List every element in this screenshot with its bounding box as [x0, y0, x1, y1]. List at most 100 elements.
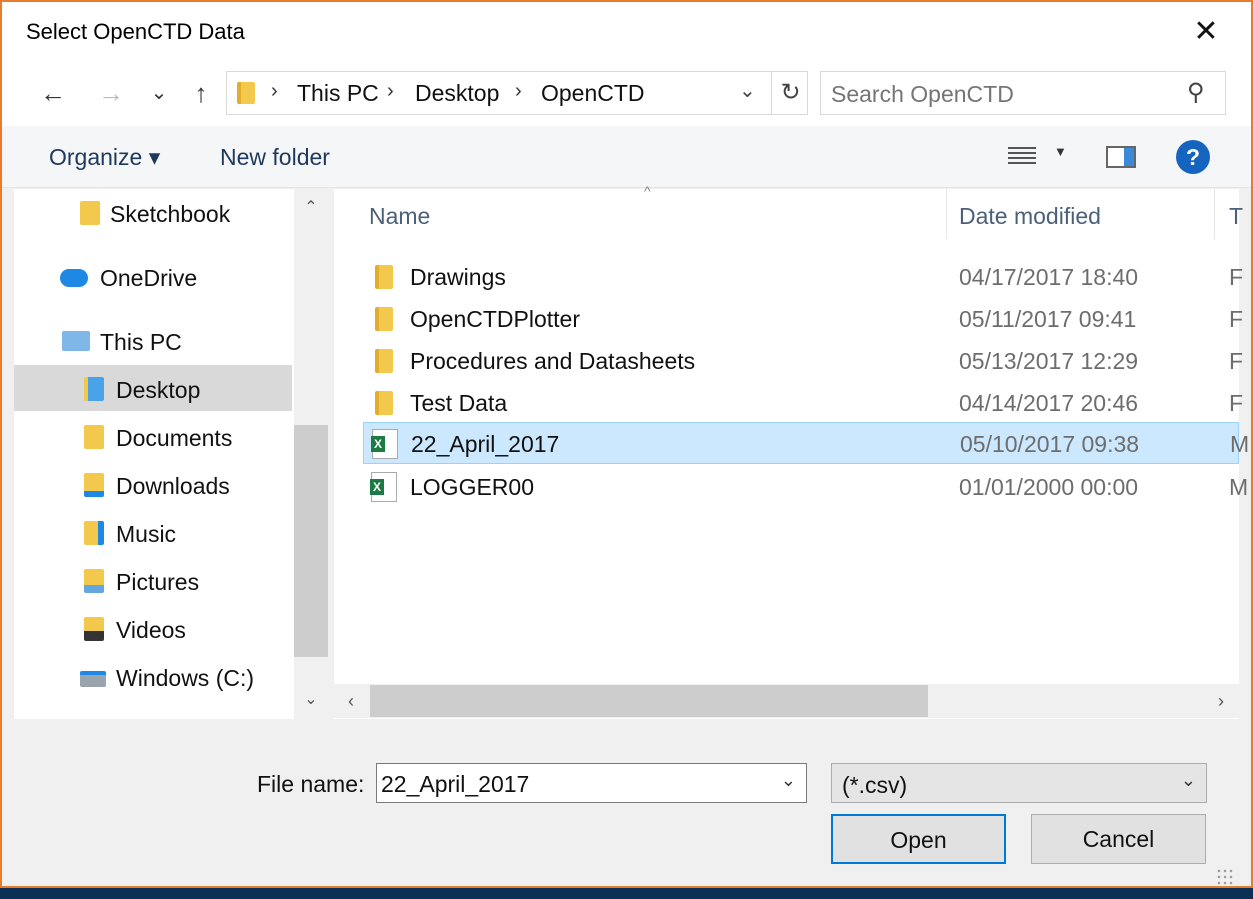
sidebar-item-label: Videos: [116, 617, 186, 643]
file-type: M: [1229, 474, 1249, 500]
sidebar-item-desktop[interactable]: Desktop: [14, 365, 292, 411]
file-type: F: [1229, 306, 1244, 332]
sort-ascending-icon: ^: [644, 183, 651, 199]
list-item-folder[interactable]: OpenCTDPlotter 05/11/2017 09:41 F: [363, 298, 1243, 340]
file-date: 04/14/2017 20:46: [959, 390, 1139, 416]
column-header-type[interactable]: T: [1229, 203, 1243, 230]
scroll-left-icon[interactable]: ‹: [336, 684, 366, 718]
open-button[interactable]: Open: [831, 814, 1006, 864]
breadcrumb-separator-icon[interactable]: ›: [387, 80, 394, 103]
sidebar-item-label: Downloads: [116, 473, 230, 499]
view-options-dropdown-icon[interactable]: ▼: [1054, 144, 1067, 159]
organize-button[interactable]: Organize ▾: [49, 144, 160, 171]
folder-icon: [80, 201, 100, 225]
search-icon[interactable]: ⚲: [1187, 78, 1205, 107]
sidebar-item-label: Sketchbook: [110, 201, 231, 227]
recent-locations-chevron-icon[interactable]: ⌄: [142, 76, 176, 110]
forward-arrow-icon[interactable]: →: [94, 76, 128, 110]
cancel-button[interactable]: Cancel: [1031, 814, 1206, 864]
list-item-folder[interactable]: Test Data 04/14/2017 20:46 F: [363, 382, 1243, 424]
window-title: Select OpenCTD Data: [26, 19, 245, 44]
help-icon[interactable]: ?: [1176, 140, 1210, 174]
folder-icon: [375, 349, 393, 373]
file-date: 01/01/2000 00:00: [959, 474, 1139, 500]
view-details-icon[interactable]: [1008, 144, 1036, 168]
resize-grip-icon[interactable]: [1216, 868, 1234, 886]
file-type-value: (*.csv): [842, 772, 908, 798]
breadcrumb-desktop[interactable]: Desktop: [415, 80, 499, 107]
up-arrow-icon[interactable]: ↑: [184, 76, 218, 110]
address-bar[interactable]: › This PC › Desktop › OpenCTD ⌄ ↻: [226, 71, 808, 115]
file-open-dialog: Select OpenCTD Data ✕ ← → ⌄ ↑ › This PC …: [0, 0, 1253, 888]
file-list-horizontal-scrollbar[interactable]: ‹ ›: [334, 684, 1239, 718]
file-type: M: [1230, 431, 1250, 457]
close-icon[interactable]: ✕: [1186, 12, 1226, 52]
preview-pane-icon[interactable]: [1106, 146, 1136, 168]
chevron-down-icon[interactable]: ⌄: [1181, 770, 1196, 791]
scroll-down-icon[interactable]: ⌄: [294, 683, 328, 717]
file-date: 05/13/2017 12:29: [959, 348, 1139, 374]
computer-icon: [62, 331, 90, 351]
file-name-input[interactable]: [381, 770, 771, 798]
file-list: ^ Name Date modified T Drawings 04/17/20…: [334, 183, 1249, 719]
pictures-icon: [84, 569, 104, 593]
list-item-file[interactable]: X LOGGER00 01/01/2000 00:00 M: [363, 466, 1248, 508]
address-dropdown-chevron-icon[interactable]: ⌄: [739, 78, 756, 103]
breadcrumb-separator-icon[interactable]: ›: [515, 80, 522, 103]
file-type-select[interactable]: (*.csv) ⌄: [831, 763, 1207, 803]
desktop-icon: [84, 377, 104, 401]
file-date: 05/10/2017 09:38: [960, 431, 1140, 457]
column-header-name[interactable]: Name: [369, 203, 430, 230]
folder-icon: [375, 307, 393, 331]
column-header-date-modified[interactable]: Date modified: [959, 203, 1101, 230]
folder-icon: [237, 82, 255, 104]
sidebar-scrollbar[interactable]: ⌃ ⌄: [294, 189, 328, 719]
file-name-label: File name:: [257, 771, 365, 797]
sidebar-item-label: Desktop: [116, 377, 201, 403]
chevron-down-icon[interactable]: ⌄: [781, 770, 796, 791]
file-name: LOGGER00: [410, 474, 534, 500]
drive-icon: [80, 671, 106, 687]
documents-icon: [84, 425, 104, 449]
folder-icon: [375, 265, 393, 289]
list-item-file-selected[interactable]: X 22_April_2017 05/10/2017 09:38 M: [363, 422, 1249, 464]
file-type: F: [1229, 264, 1244, 290]
file-name: Procedures and Datasheets: [410, 348, 696, 374]
scroll-up-icon[interactable]: ⌃: [294, 191, 328, 225]
scroll-right-icon[interactable]: ›: [1206, 684, 1236, 718]
file-date: 04/17/2017 18:40: [959, 264, 1139, 290]
title-bar: Select OpenCTD Data ✕: [2, 2, 1251, 60]
excel-letter: X: [370, 479, 384, 495]
breadcrumb-opencted[interactable]: OpenCTD: [541, 80, 645, 107]
search-input[interactable]: [831, 80, 1171, 108]
new-folder-button[interactable]: New folder: [220, 144, 330, 171]
list-item-folder[interactable]: Drawings 04/17/2017 18:40 F: [363, 256, 1243, 298]
sidebar-item-label: This PC: [100, 329, 182, 355]
search-box[interactable]: ⚲: [820, 71, 1226, 115]
refresh-icon[interactable]: ↻: [771, 72, 809, 114]
onedrive-icon: [60, 269, 88, 287]
sidebar-item-label: Music: [116, 521, 177, 547]
sidebar-item-label: Pictures: [116, 569, 200, 595]
folder-icon: [375, 391, 393, 415]
breadcrumb-separator-icon[interactable]: ›: [271, 80, 278, 103]
file-type: F: [1229, 348, 1244, 374]
file-name: 22_April_2017: [411, 431, 560, 457]
list-item-folder[interactable]: Procedures and Datasheets 05/13/2017 12:…: [363, 340, 1243, 382]
file-name: Test Data: [410, 390, 508, 416]
music-icon: [84, 521, 104, 545]
excel-csv-icon: X: [370, 472, 397, 502]
downloads-icon: [84, 473, 104, 497]
breadcrumb-this-pc[interactable]: This PC: [297, 80, 379, 107]
sidebar-item-label: Windows (C:): [116, 665, 255, 691]
scrollbar-thumb[interactable]: [294, 425, 328, 657]
column-divider[interactable]: [946, 189, 947, 239]
column-divider[interactable]: [1214, 189, 1215, 239]
file-name: OpenCTDPlotter: [410, 306, 581, 332]
scrollbar-thumb[interactable]: [370, 685, 928, 717]
back-arrow-icon[interactable]: ←: [36, 76, 70, 110]
sidebar-item-label: OneDrive: [100, 265, 198, 291]
file-type: F: [1229, 390, 1244, 416]
file-name-combobox[interactable]: ⌄: [376, 763, 807, 803]
file-name: Drawings: [410, 264, 506, 290]
